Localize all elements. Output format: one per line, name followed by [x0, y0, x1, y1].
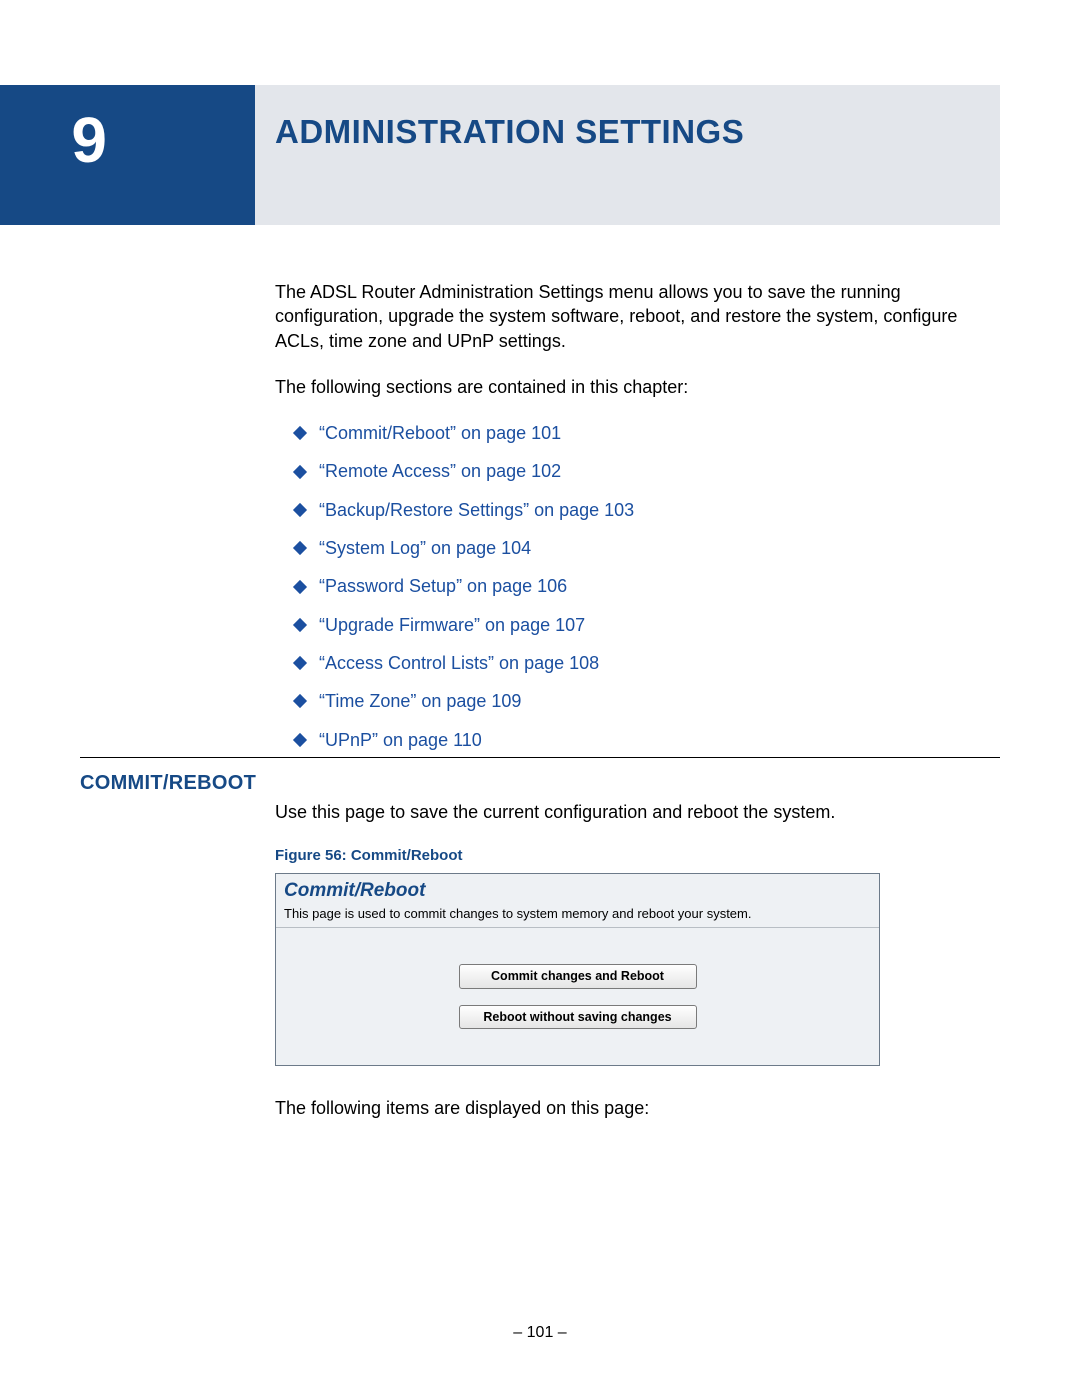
intro-paragraph-1: The ADSL Router Administration Settings …: [275, 280, 980, 353]
toc-item-time-zone[interactable]: “Time Zone” on page 109: [295, 689, 980, 713]
toc-link-text: “Commit/Reboot” on page 101: [319, 421, 561, 445]
diamond-bullet-icon: [293, 465, 307, 479]
toc-item-upgrade-firmware[interactable]: “Upgrade Firmware” on page 107: [295, 613, 980, 637]
toc-item-remote-access[interactable]: “Remote Access” on page 102: [295, 459, 980, 483]
figure-panel-title: Commit/Reboot: [276, 874, 879, 904]
toc-item-access-control-lists[interactable]: “Access Control Lists” on page 108: [295, 651, 980, 675]
content-body: The ADSL Router Administration Settings …: [275, 280, 980, 766]
figure-button-group: Commit changes and Reboot Reboot without…: [276, 964, 879, 1030]
toc-link-text: “Access Control Lists” on page 108: [319, 651, 599, 675]
diamond-bullet-icon: [293, 503, 307, 517]
chapter-number: 9: [71, 103, 107, 177]
section-intro: Use this page to save the current config…: [275, 800, 980, 824]
section-body: Use this page to save the current config…: [275, 800, 980, 1121]
toc-list: “Commit/Reboot” on page 101 “Remote Acce…: [295, 421, 980, 752]
page-footer: – 101 –: [0, 1324, 1080, 1342]
diamond-bullet-icon: [293, 733, 307, 747]
toc-link-text: “Time Zone” on page 109: [319, 689, 521, 713]
commit-and-reboot-button[interactable]: Commit changes and Reboot: [459, 964, 697, 989]
toc-item-backup-restore[interactable]: “Backup/Restore Settings” on page 103: [295, 498, 980, 522]
toc-link-text: “Password Setup” on page 106: [319, 574, 567, 598]
toc-link-text: “Remote Access” on page 102: [319, 459, 561, 483]
toc-link-text: “Upgrade Firmware” on page 107: [319, 613, 585, 637]
figure-commit-reboot: Commit/Reboot This page is used to commi…: [275, 873, 880, 1067]
toc-item-upnp[interactable]: “UPnP” on page 110: [295, 728, 980, 752]
toc-item-system-log[interactable]: “System Log” on page 104: [295, 536, 980, 560]
chapter-title: ADMINISTRATION SETTINGS: [275, 113, 744, 151]
toc-link-text: “Backup/Restore Settings” on page 103: [319, 498, 634, 522]
chapter-number-block: 9: [0, 85, 255, 225]
chapter-title-block: ADMINISTRATION SETTINGS: [255, 85, 1000, 225]
intro-paragraph-2: The following sections are contained in …: [275, 375, 980, 399]
chapter-header: 9 ADMINISTRATION SETTINGS: [0, 85, 1000, 225]
diamond-bullet-icon: [293, 694, 307, 708]
section-heading: COMMIT/REBOOT: [80, 772, 256, 795]
diamond-bullet-icon: [293, 426, 307, 440]
diamond-bullet-icon: [293, 579, 307, 593]
reboot-without-saving-button[interactable]: Reboot without saving changes: [459, 1005, 697, 1030]
toc-link-text: “UPnP” on page 110: [319, 728, 482, 752]
diamond-bullet-icon: [293, 656, 307, 670]
figure-caption: Figure 56: Commit/Reboot: [275, 846, 980, 866]
toc-item-password-setup[interactable]: “Password Setup” on page 106: [295, 574, 980, 598]
toc-link-text: “System Log” on page 104: [319, 536, 531, 560]
figure-panel-desc: This page is used to commit changes to s…: [276, 903, 879, 928]
section-after-figure: The following items are displayed on thi…: [275, 1096, 980, 1120]
section-divider: [80, 757, 1000, 758]
diamond-bullet-icon: [293, 541, 307, 555]
toc-item-commit-reboot[interactable]: “Commit/Reboot” on page 101: [295, 421, 980, 445]
diamond-bullet-icon: [293, 618, 307, 632]
